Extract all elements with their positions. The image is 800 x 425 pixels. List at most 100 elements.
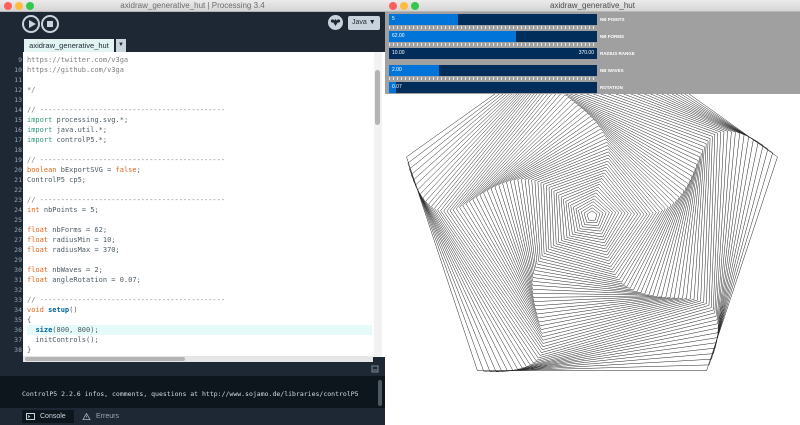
code-token: // -------------------------------------… xyxy=(27,156,226,164)
line-number: 18 xyxy=(14,146,22,154)
slider-nb-forms[interactable]: 62.00 xyxy=(389,31,597,42)
code-token: import xyxy=(27,116,53,124)
code-token: () xyxy=(69,306,78,314)
code-token: } xyxy=(27,346,32,354)
slider-label: RADIUS RANGE xyxy=(600,51,635,56)
tab-errors-label: Erreurs xyxy=(96,413,119,420)
pentagon-form xyxy=(475,102,698,319)
tab-axidraw-generative-hut[interactable]: axidraw_generative_hut xyxy=(24,39,114,52)
mode-select[interactable]: Java ▼ xyxy=(348,16,380,30)
code-line: boolean bExportSVG = false; xyxy=(27,165,372,175)
slider-value: 62.00 xyxy=(392,33,405,39)
line-number: 22 xyxy=(14,186,22,194)
code-line: // -------------------------------------… xyxy=(27,195,372,205)
pentagon-form xyxy=(573,195,613,235)
line-number: 27 xyxy=(14,236,22,244)
slider-ticks xyxy=(389,77,597,80)
code-token: int xyxy=(27,206,40,214)
tab-console[interactable]: Console xyxy=(22,410,74,423)
sketch-tabs: axidraw_generative_hut ▼ xyxy=(0,38,385,52)
code-line: // -------------------------------------… xyxy=(27,295,372,305)
run-button[interactable] xyxy=(22,15,40,33)
code-token: initControls(); xyxy=(27,336,99,344)
line-number: 14 xyxy=(14,106,22,114)
code-line: } xyxy=(27,345,372,355)
sketch-window-title: axidraw_generative_hut xyxy=(550,1,635,10)
code-line: import processing.svg.*; xyxy=(27,115,372,125)
slider-value: 5 xyxy=(392,16,395,22)
line-number: 13 xyxy=(14,96,22,104)
slider-label: NB WAVES xyxy=(600,68,624,73)
console-scrollbar[interactable] xyxy=(378,380,382,406)
code-token: // -------------------------------------… xyxy=(27,196,226,204)
console-collapse-icon[interactable] xyxy=(371,365,379,373)
code-line: void setup() xyxy=(27,305,372,315)
pentagon-form xyxy=(583,207,601,224)
code-editor[interactable]: 9 10 11 12 13 14 15 16 17 18 19 20 21 22 23 24 25 26 27 28 2… xyxy=(0,52,385,357)
code-token: float xyxy=(27,266,49,274)
code-token: false xyxy=(115,166,137,174)
line-number: 36 xyxy=(14,326,22,334)
code-token: float xyxy=(27,246,49,254)
debug-butterfly-icon[interactable] xyxy=(328,15,343,30)
code-line: // -------------------------------------… xyxy=(27,105,372,115)
tab-menu-arrow-icon[interactable]: ▼ xyxy=(116,39,126,52)
console-tab-bar: Console Erreurs xyxy=(0,408,385,425)
slider-value: 0.07 xyxy=(392,84,402,90)
slider-label: NB POINTS xyxy=(600,17,625,22)
code-token: import xyxy=(27,126,53,134)
code-line: https://github.com/v3ga xyxy=(27,65,372,75)
code-line: ControlP5 cp5; xyxy=(27,175,372,185)
line-number: 28 xyxy=(14,246,22,254)
stop-button[interactable] xyxy=(41,15,59,33)
editor-console-divider[interactable] xyxy=(0,362,385,376)
line-number: 20 xyxy=(14,166,22,174)
line-number: 34 xyxy=(14,306,22,314)
console-icon xyxy=(26,413,35,420)
slider-nb-points[interactable]: 5 xyxy=(389,14,597,25)
line-number: 12 xyxy=(14,86,22,94)
code-token: float xyxy=(27,276,49,284)
console-panel: ControlP5 2.2.6 infos, comments, questio… xyxy=(0,376,385,408)
slider-ticks xyxy=(389,26,597,29)
code-token: float xyxy=(27,236,49,244)
code-line: initControls(); xyxy=(27,335,372,345)
editor-vertical-scroll-thumb[interactable] xyxy=(375,70,380,125)
editor-horizontal-scroll-thumb[interactable] xyxy=(25,357,185,361)
code-token: // -------------------------------------… xyxy=(27,106,226,114)
warning-icon xyxy=(82,413,91,420)
line-number: 23 xyxy=(14,196,22,204)
pentagon-form xyxy=(575,198,610,232)
slider-nb-waves[interactable]: 2.00 xyxy=(389,65,597,76)
code-line: float angleRotation = 0.07; xyxy=(27,275,372,285)
pentagon-form xyxy=(417,45,749,371)
code-line: import java.util.*; xyxy=(27,125,372,135)
code-token: // -------------------------------------… xyxy=(27,296,226,304)
console-output: ControlP5 2.2.6 infos, comments, questio… xyxy=(22,390,359,398)
line-number-gutter: 9 10 11 12 13 14 15 16 17 18 19 20 21 22 23 24 25 26 27 28 2… xyxy=(0,52,23,357)
line-number: 11 xyxy=(14,76,22,84)
code-token: void xyxy=(27,306,44,314)
line-number: 38 xyxy=(14,346,22,354)
line-number: 15 xyxy=(14,116,22,124)
code-token: float xyxy=(27,226,49,234)
sketch-window: axidraw_generative_hut 5 NB POINTS 62.00… xyxy=(385,0,800,425)
code-line: */ xyxy=(27,85,372,95)
tab-errors[interactable]: Erreurs xyxy=(78,410,130,423)
code-token: https://github.com/v3ga xyxy=(27,66,124,74)
line-number: 33 xyxy=(14,296,22,304)
code-token: https://twitter.com/v3ga xyxy=(27,56,129,64)
slider-rotation[interactable]: 0.07 xyxy=(389,82,597,93)
slider-value: 10.00 xyxy=(392,50,405,56)
code-token: controlP5.*; xyxy=(52,136,108,144)
code-token: bExportSVG = xyxy=(56,166,116,174)
pentagon-form xyxy=(513,131,677,291)
tab-console-label: Console xyxy=(40,413,66,420)
range-radius[interactable]: 10.00 370.00 xyxy=(389,48,597,59)
line-number: 30 xyxy=(14,266,22,274)
